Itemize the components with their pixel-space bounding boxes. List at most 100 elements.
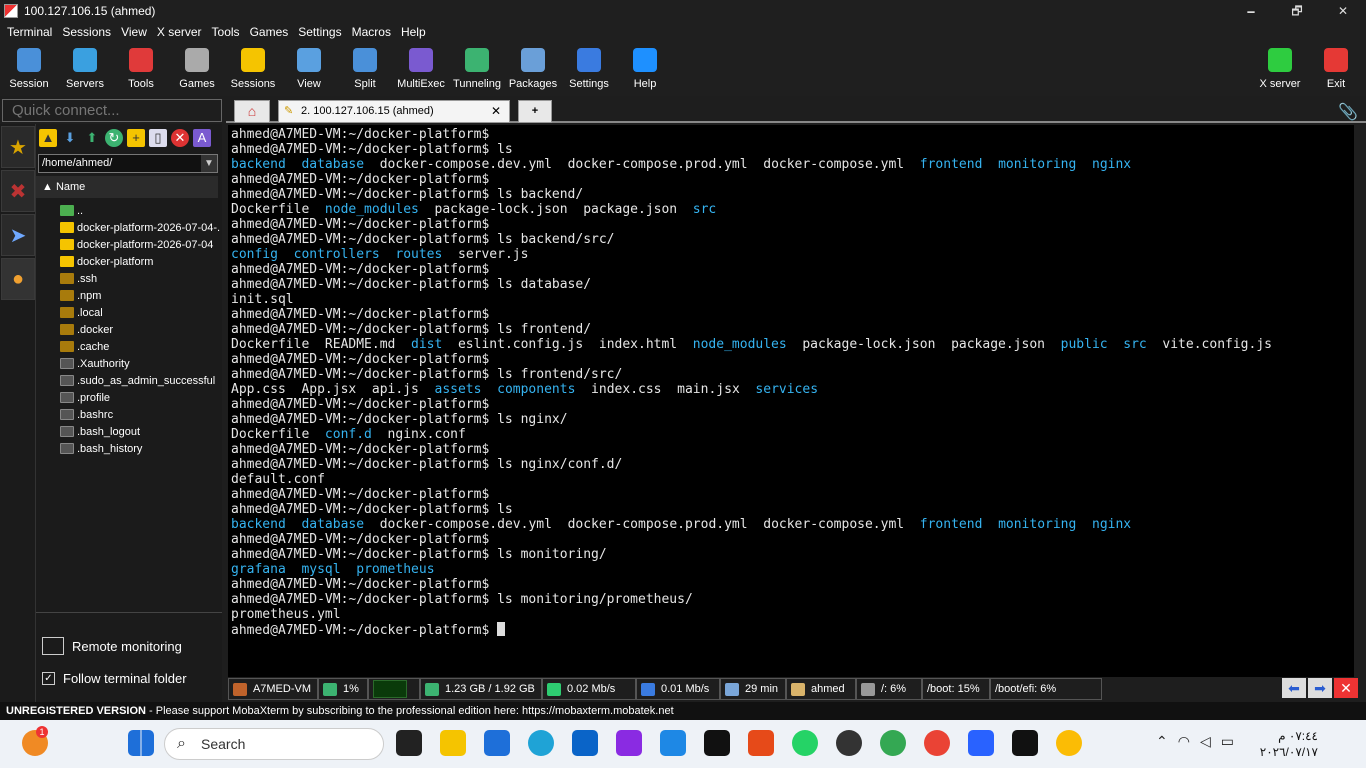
file-list-item[interactable]: .docker xyxy=(36,321,220,338)
close-tab-icon[interactable]: ✕ xyxy=(491,101,501,122)
close-session-button[interactable]: ✕ xyxy=(1334,678,1358,698)
store-icon[interactable] xyxy=(484,730,510,756)
upload-icon[interactable]: ⬆ xyxy=(83,129,101,147)
whatsapp-icon[interactable] xyxy=(792,730,818,756)
menu-macros[interactable]: Macros xyxy=(347,25,396,39)
minimize-button[interactable]: 🗕 xyxy=(1228,0,1274,22)
name-column-header[interactable]: ▲ Name xyxy=(36,176,218,198)
toolbar-games-button[interactable]: Games xyxy=(169,44,225,94)
toolbar-tunneling-button[interactable]: Tunneling xyxy=(449,44,505,94)
git-icon[interactable] xyxy=(748,730,774,756)
close-window-button[interactable]: ✕ xyxy=(1320,0,1366,22)
file-list-item[interactable]: docker-platform-2026-07-04-... xyxy=(36,219,220,236)
next-tab-button[interactable]: ➡ xyxy=(1308,678,1332,698)
file-list-item[interactable]: .sudo_as_admin_successful xyxy=(36,372,220,389)
battery-icon[interactable]: ▭ xyxy=(1221,733,1234,750)
mobatek-link[interactable]: https://mobaxterm.mobatek.net xyxy=(522,705,674,717)
new-file-icon[interactable]: ▯ xyxy=(149,129,167,147)
toolbar-x-server-button[interactable]: X server xyxy=(1252,44,1308,94)
file-list-item[interactable]: .bashrc xyxy=(36,406,220,423)
file-list-item[interactable]: docker-platform xyxy=(36,253,220,270)
edge-icon[interactable] xyxy=(528,730,554,756)
wifi-icon[interactable]: ◠ xyxy=(1178,733,1190,750)
menu-help[interactable]: Help xyxy=(396,25,431,39)
new-folder-icon[interactable]: + xyxy=(127,129,145,147)
outlook-icon[interactable] xyxy=(572,730,598,756)
file-list-item[interactable]: .ssh xyxy=(36,270,220,287)
toolbar-sessions-button[interactable]: Sessions xyxy=(225,44,281,94)
unregistered-text: - Please support MobaXterm by subscribin… xyxy=(145,705,523,717)
menu-terminal[interactable]: Terminal xyxy=(2,25,57,39)
volume-icon[interactable]: ◁ xyxy=(1200,733,1211,750)
quick-connect-input[interactable] xyxy=(2,99,222,122)
toolbar-tools-button[interactable]: Tools xyxy=(113,44,169,94)
chevron-down-icon[interactable]: ▼ xyxy=(201,155,217,172)
task-view-icon[interactable] xyxy=(396,730,422,756)
new-tab-button[interactable]: + xyxy=(518,100,552,123)
sftp-tab[interactable]: ● xyxy=(1,258,35,300)
toolbar-servers-button[interactable]: Servers xyxy=(57,44,113,94)
chrome-profile-2-icon[interactable] xyxy=(924,730,950,756)
toolbar-session-button[interactable]: Session xyxy=(1,44,57,94)
terminal-line: ahmed@A7MED-VM:~/docker-platform$ ls ngi… xyxy=(231,457,1354,472)
windows-start-icon[interactable] xyxy=(128,730,154,756)
file-list-item[interactable]: docker-platform-2026-07-04 xyxy=(36,236,220,253)
file-explorer-icon[interactable] xyxy=(440,730,466,756)
chrome-profile-3-icon[interactable] xyxy=(1056,730,1082,756)
file-list-item[interactable]: .cache xyxy=(36,338,220,355)
file-name: .. xyxy=(77,204,84,217)
home-tab[interactable]: ⌂ xyxy=(234,100,270,123)
menu-view[interactable]: View xyxy=(116,25,152,39)
file-list-item[interactable]: .bash_logout xyxy=(36,423,220,440)
toolbar-view-button[interactable]: View xyxy=(281,44,337,94)
file-list-item[interactable]: .bash_history xyxy=(36,440,220,457)
menu-sessions[interactable]: Sessions xyxy=(57,25,116,39)
toolbar-help-button[interactable]: Help xyxy=(617,44,673,94)
toolbar-packages-button[interactable]: Packages xyxy=(505,44,561,94)
file-list-item[interactable]: .local xyxy=(36,304,220,321)
file-list-item[interactable]: .Xauthority xyxy=(36,355,220,372)
terminal-scrollbar[interactable] xyxy=(1354,125,1366,677)
menu-games[interactable]: Games xyxy=(245,25,294,39)
terminal-output[interactable]: ahmed@A7MED-VM:~/docker-platform$ ahmed@A… xyxy=(228,125,1354,677)
maximize-button[interactable]: 🗗 xyxy=(1274,0,1320,22)
taskbar-search[interactable]: ⌕ Search xyxy=(164,728,384,760)
parent-folder-icon[interactable]: ▲ xyxy=(39,129,57,147)
remote-monitoring-button[interactable]: Remote monitoring xyxy=(42,637,182,655)
pycharm-icon[interactable] xyxy=(704,730,730,756)
sessions-tab[interactable]: ★ xyxy=(1,126,35,168)
tray-chevron-up-icon[interactable]: ⌃ xyxy=(1156,733,1168,750)
menu-tools[interactable]: Tools xyxy=(207,25,245,39)
rename-icon[interactable]: A xyxy=(193,129,211,147)
toolbar-exit-button[interactable]: Exit xyxy=(1308,44,1364,94)
terminal-app-icon[interactable] xyxy=(1012,730,1038,756)
tools-tab[interactable]: ✖ xyxy=(1,170,35,212)
terminal-line: App.css App.jsx api.js assets components… xyxy=(231,382,1354,397)
refresh-icon[interactable]: ↻ xyxy=(105,129,123,147)
clock[interactable]: ٠٧:٤٤ م ٢٠٢٦/٠٧/١٧ xyxy=(1260,728,1318,760)
toolbar-button-label: Games xyxy=(179,78,215,90)
follow-terminal-checkbox[interactable]: ✓ Follow terminal folder xyxy=(42,671,187,686)
session-tab[interactable]: ✎ 2. 100.127.106.15 (ahmed) ✕ xyxy=(278,100,510,123)
file-list-item[interactable]: .profile xyxy=(36,389,220,406)
powershell-icon[interactable] xyxy=(968,730,994,756)
mobaxterm-task-icon[interactable] xyxy=(616,730,642,756)
toolbar-multiexec-button[interactable]: MultiExec xyxy=(393,44,449,94)
file-list-item[interactable]: .npm xyxy=(36,287,220,304)
file-list-item[interactable]: .. xyxy=(36,202,220,219)
menu-settings[interactable]: Settings xyxy=(293,25,346,39)
chrome-profile-1-icon[interactable] xyxy=(880,730,906,756)
macros-tab[interactable]: ➤ xyxy=(1,214,35,256)
clock-time: ٠٧:٤٤ م xyxy=(1278,729,1318,743)
menu-x-server[interactable]: X server xyxy=(152,25,207,39)
download-icon[interactable]: ⬇ xyxy=(61,129,79,147)
toolbar-split-button[interactable]: Split xyxy=(337,44,393,94)
file-name: .sudo_as_admin_successful xyxy=(77,374,216,387)
obs-icon[interactable] xyxy=(836,730,862,756)
vscode-icon[interactable] xyxy=(660,730,686,756)
previous-tab-button[interactable]: ⬅ xyxy=(1282,678,1306,698)
path-field[interactable]: /home/ahmed/ ▼ xyxy=(38,154,218,173)
toolbar-settings-button[interactable]: Settings xyxy=(561,44,617,94)
attachment-icon[interactable]: 📎 xyxy=(1338,102,1358,122)
delete-icon[interactable]: ✕ xyxy=(171,129,189,147)
